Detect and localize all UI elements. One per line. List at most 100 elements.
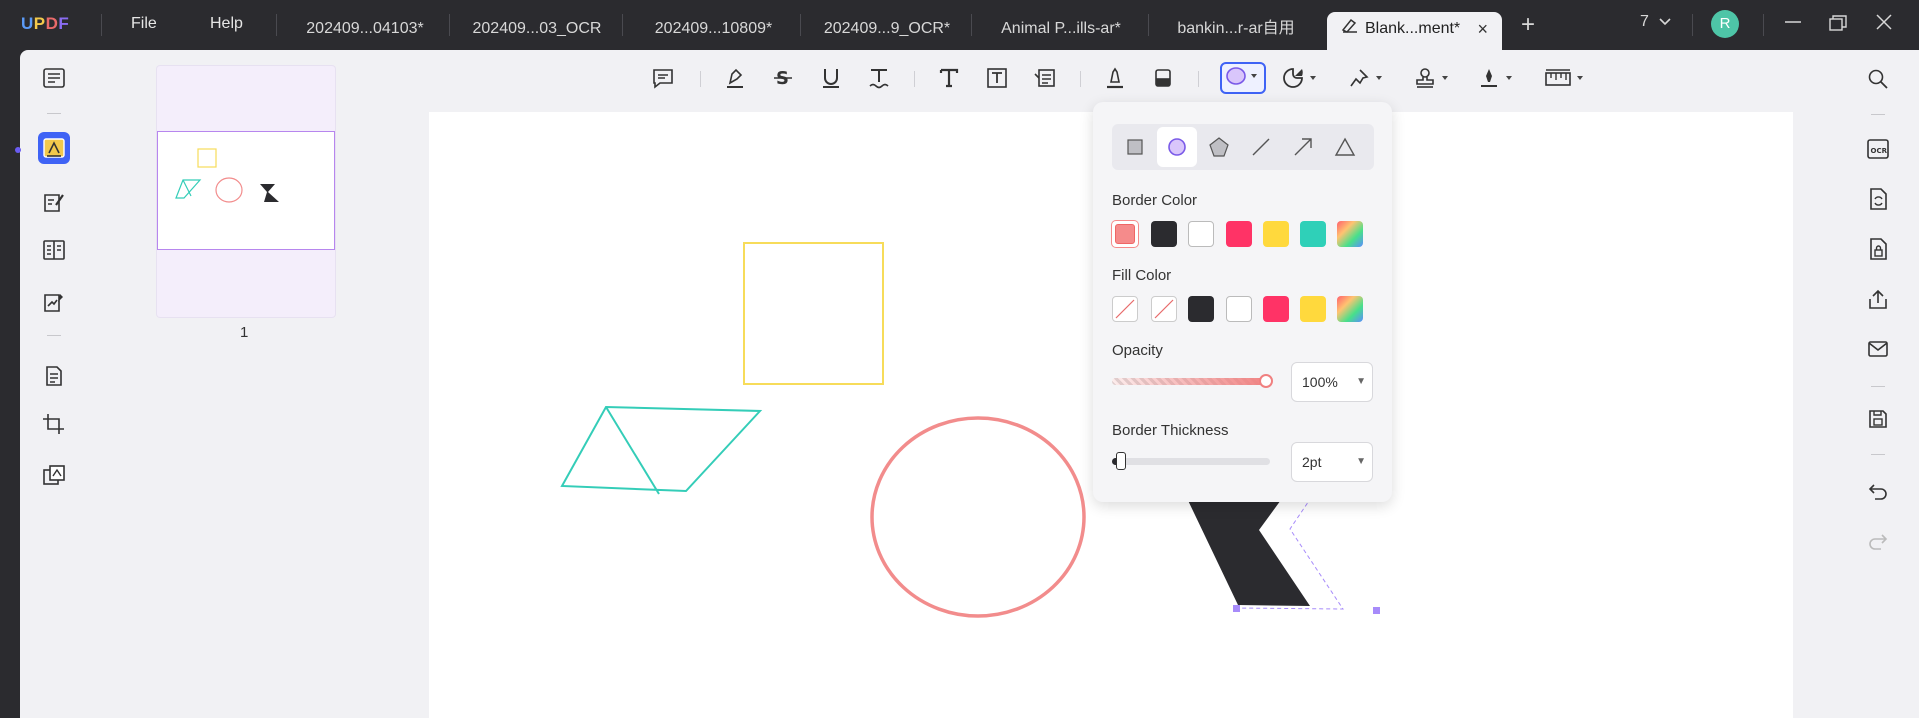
divider bbox=[622, 14, 623, 36]
stamp-icon[interactable] bbox=[1412, 62, 1456, 94]
sign-icon[interactable] bbox=[38, 286, 70, 318]
opacity-dropdown[interactable]: 100% ▼ bbox=[1291, 362, 1373, 402]
square-shape[interactable] bbox=[743, 242, 884, 385]
border-color-yellow[interactable] bbox=[1263, 221, 1289, 247]
menu-help[interactable]: Help bbox=[210, 15, 243, 33]
border-color-black[interactable] bbox=[1151, 221, 1177, 247]
page-number: 1 bbox=[240, 324, 249, 341]
thumbnail-visible-area bbox=[157, 131, 335, 250]
close-tab-icon[interactable]: × bbox=[1477, 12, 1488, 46]
divider bbox=[971, 14, 972, 36]
divider bbox=[449, 14, 450, 36]
triangle-shape[interactable] bbox=[560, 405, 763, 495]
layers-icon[interactable] bbox=[38, 459, 70, 491]
divider bbox=[47, 335, 61, 336]
minimize-icon[interactable] bbox=[1784, 12, 1802, 33]
sticker-icon[interactable] bbox=[1280, 62, 1324, 94]
form-icon[interactable] bbox=[38, 234, 70, 266]
divider bbox=[914, 71, 915, 87]
email-icon[interactable] bbox=[1865, 336, 1891, 362]
squiggly-icon[interactable] bbox=[866, 62, 892, 94]
page-thumbnail[interactable] bbox=[157, 66, 335, 317]
text-icon[interactable] bbox=[936, 62, 962, 94]
chevron-down-icon bbox=[1659, 13, 1671, 31]
tab-document-4[interactable]: 202409...9_OCR* bbox=[808, 12, 966, 50]
tab-document-5[interactable]: Animal P...ills-ar* bbox=[981, 12, 1141, 50]
tab-document-2[interactable]: 202409...03_OCR bbox=[458, 12, 616, 50]
protect-icon[interactable] bbox=[1865, 236, 1891, 262]
divider bbox=[1198, 71, 1199, 87]
signature-icon[interactable] bbox=[1476, 62, 1520, 94]
border-color-salmon[interactable] bbox=[1112, 221, 1138, 247]
fill-color-black[interactable] bbox=[1188, 296, 1214, 322]
ellipse-icon bbox=[1224, 65, 1262, 92]
fill-color-yellow[interactable] bbox=[1300, 296, 1326, 322]
highlight-icon[interactable] bbox=[722, 62, 748, 94]
border-color-custom[interactable] bbox=[1337, 221, 1363, 247]
user-avatar[interactable]: R bbox=[1711, 10, 1739, 38]
organize-icon[interactable] bbox=[38, 360, 70, 392]
thickness-slider-handle[interactable] bbox=[1116, 452, 1126, 470]
shape-properties-popover: Border Color Fill Color Opacity 100% ▼ Bo… bbox=[1093, 102, 1392, 502]
fill-color-custom[interactable] bbox=[1337, 296, 1363, 322]
divider bbox=[800, 14, 801, 36]
fill-color-red[interactable] bbox=[1263, 296, 1289, 322]
tab-document-1[interactable]: 202409...04103* bbox=[286, 12, 444, 50]
tab-document-6[interactable]: bankin...r-ar自用 bbox=[1156, 12, 1316, 50]
triangle-shape-button[interactable] bbox=[1325, 127, 1365, 167]
eraser-icon[interactable] bbox=[1150, 62, 1176, 94]
active-indicator bbox=[15, 147, 21, 153]
fill-color-label: Fill Color bbox=[1112, 267, 1172, 284]
note-icon[interactable] bbox=[650, 62, 676, 94]
border-color-red[interactable] bbox=[1226, 221, 1252, 247]
rectangle-shape-button[interactable] bbox=[1115, 127, 1155, 167]
line-shape-button[interactable] bbox=[1241, 127, 1281, 167]
divider bbox=[1080, 71, 1081, 87]
polygon-shape-button[interactable] bbox=[1199, 127, 1239, 167]
restore-icon[interactable] bbox=[1829, 15, 1847, 36]
arrow-shape-button[interactable] bbox=[1283, 127, 1323, 167]
opacity-slider[interactable] bbox=[1112, 378, 1270, 385]
fill-color-white[interactable] bbox=[1226, 296, 1252, 322]
crop-icon[interactable] bbox=[38, 408, 70, 440]
border-color-white[interactable] bbox=[1188, 221, 1214, 247]
strikethrough-icon[interactable]: S bbox=[770, 62, 796, 94]
tab-document-3[interactable]: 202409...10809* bbox=[632, 12, 795, 50]
fill-color-transparent[interactable] bbox=[1151, 296, 1177, 322]
shape-tool-button[interactable] bbox=[1220, 62, 1266, 94]
divider bbox=[101, 14, 102, 36]
callout-icon[interactable] bbox=[1032, 62, 1058, 94]
underline-icon[interactable] bbox=[818, 62, 844, 94]
redo-icon[interactable] bbox=[1865, 528, 1891, 554]
svg-text:OCR: OCR bbox=[1871, 147, 1888, 155]
convert-icon[interactable] bbox=[1865, 186, 1891, 212]
close-window-icon[interactable] bbox=[1876, 14, 1892, 35]
page-count-dropdown[interactable]: 7 bbox=[1640, 13, 1671, 31]
measure-icon[interactable] bbox=[1542, 62, 1592, 94]
circle-shape[interactable] bbox=[870, 416, 1086, 618]
undo-icon[interactable] bbox=[1865, 478, 1891, 504]
fill-color-none[interactable] bbox=[1112, 296, 1138, 322]
comment-icon[interactable] bbox=[38, 132, 70, 164]
ocr-icon[interactable]: OCR bbox=[1865, 136, 1891, 162]
right-toolbar: OCR bbox=[1838, 50, 1919, 718]
ellipse-shape-button[interactable] bbox=[1157, 127, 1197, 167]
pencil-icon[interactable] bbox=[1102, 62, 1128, 94]
save-icon[interactable] bbox=[1865, 406, 1891, 432]
new-tab-icon[interactable]: + bbox=[1521, 11, 1535, 39]
share-icon[interactable] bbox=[1865, 286, 1891, 312]
thickness-dropdown[interactable]: 2pt ▼ bbox=[1291, 442, 1373, 482]
edit-icon[interactable] bbox=[38, 186, 70, 218]
textbox-icon[interactable] bbox=[984, 62, 1010, 94]
opacity-slider-handle[interactable] bbox=[1259, 374, 1273, 388]
menu-file[interactable]: File bbox=[131, 15, 157, 33]
border-color-teal[interactable] bbox=[1300, 221, 1326, 247]
title-bar: UPDF File Help 202409...04103* 202409...… bbox=[0, 0, 1919, 50]
thickness-slider[interactable] bbox=[1112, 458, 1270, 465]
divider bbox=[276, 14, 277, 36]
search-icon[interactable] bbox=[1865, 66, 1891, 92]
pin-icon[interactable] bbox=[1346, 62, 1390, 94]
reader-icon[interactable] bbox=[38, 62, 70, 94]
tab-document-active[interactable]: Blank...ment* × bbox=[1327, 12, 1502, 50]
divider bbox=[1763, 14, 1764, 36]
